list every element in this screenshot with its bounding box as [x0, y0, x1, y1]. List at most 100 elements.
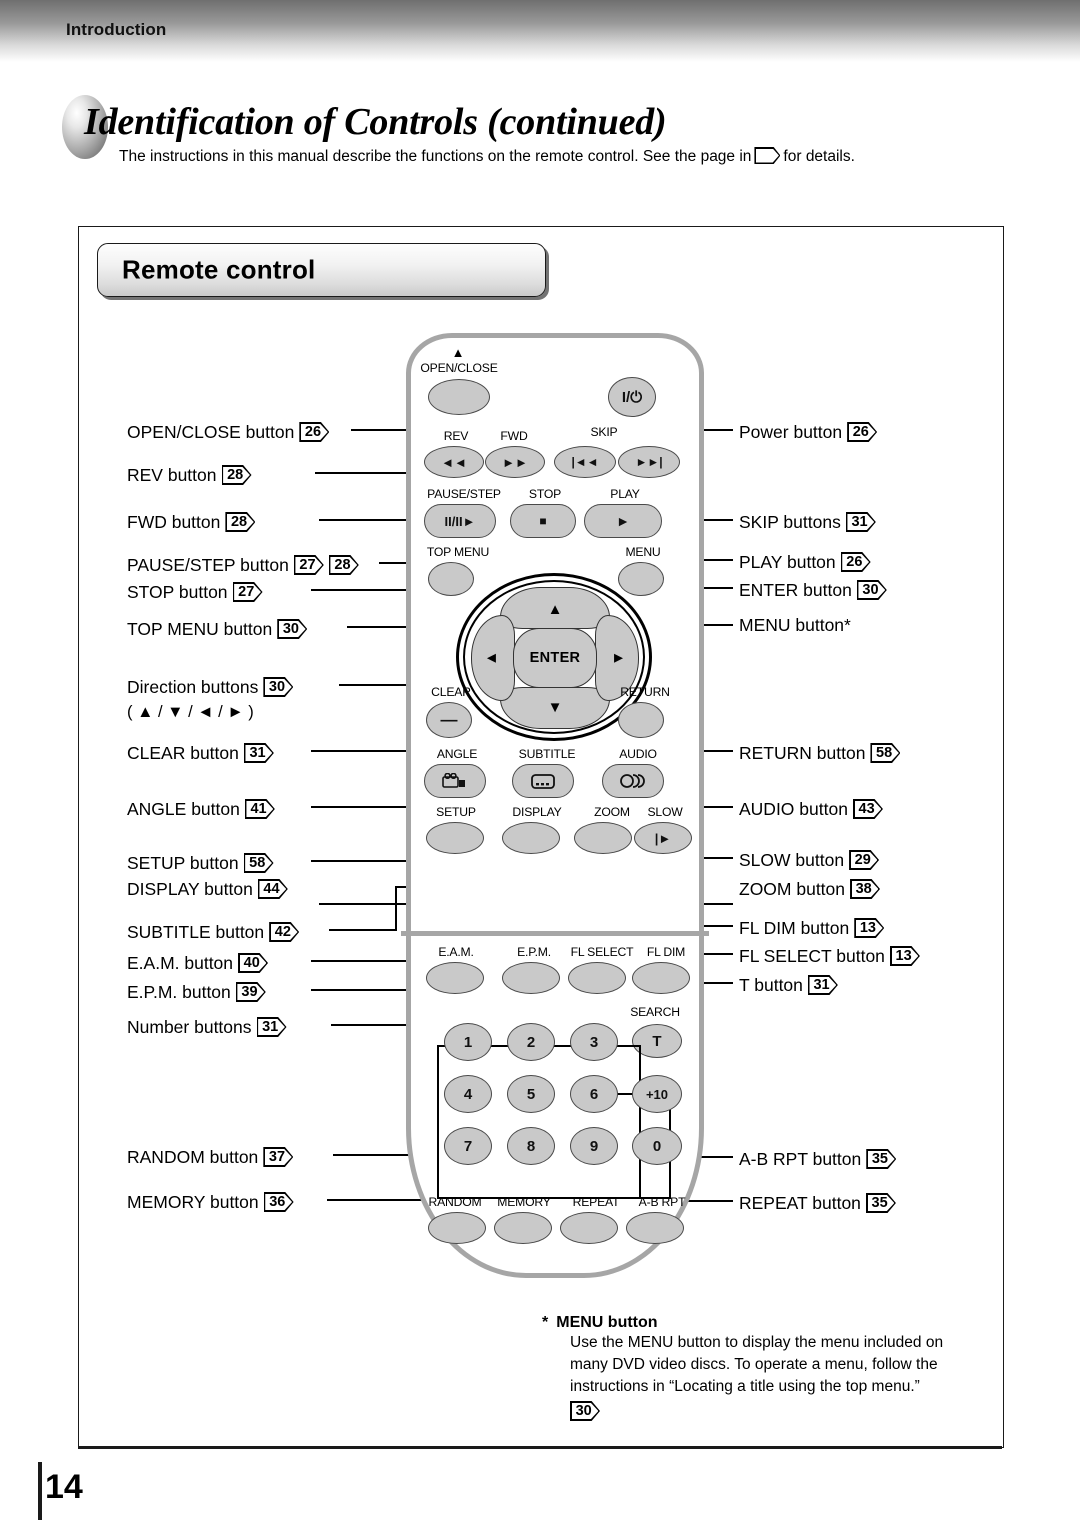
- number-key-0[interactable]: 0: [632, 1127, 682, 1165]
- remote-control-illustration: ▲ OPEN/CLOSE I/⏻ REV FWD SKIP ◄◄ ►► |◄◄ …: [401, 333, 709, 1278]
- caption-display: DISPLAY: [512, 805, 562, 819]
- callout-power: Power button 26: [739, 422, 877, 442]
- number-key-3[interactable]: 3: [570, 1023, 618, 1061]
- epm-button[interactable]: [502, 962, 560, 994]
- remote-divider-band: [401, 931, 709, 936]
- callout-enter: ENTER button 30: [739, 580, 887, 600]
- caption-search: SEARCH: [630, 1005, 680, 1019]
- direction-down-button[interactable]: ▼: [500, 687, 610, 729]
- camera-angle-icon: [442, 773, 465, 788]
- skip-next-button[interactable]: ►►|: [618, 446, 680, 478]
- zoom-button[interactable]: [574, 822, 632, 854]
- number-key-9[interactable]: 9: [570, 1127, 618, 1165]
- number-key-4[interactable]: 4: [444, 1075, 492, 1113]
- footnote-page-ref: 30: [570, 1401, 982, 1422]
- caption-audio: AUDIO: [619, 747, 657, 761]
- skip-previous-button[interactable]: |◄◄: [554, 446, 616, 478]
- footnote-line-3: instructions in “Locating a title using …: [570, 1378, 920, 1395]
- stop-button[interactable]: ■: [510, 504, 576, 538]
- page-ref-pentagon-icon: [754, 147, 780, 164]
- caption-ab-rpt: A-B RPT: [638, 1195, 686, 1209]
- footnote-title-text: MENU button: [556, 1314, 658, 1331]
- repeat-button[interactable]: [560, 1212, 618, 1244]
- number-key-plus10[interactable]: +10: [632, 1075, 682, 1113]
- footer-rule: [78, 1446, 1002, 1449]
- caption-pause-step: PAUSE/STEP: [427, 487, 501, 501]
- setup-button[interactable]: [426, 822, 484, 854]
- callout-pause-step: PAUSE/STEP button 27 28: [127, 555, 359, 575]
- number-key-2[interactable]: 2: [507, 1023, 555, 1061]
- callout-stop: STOP button 27: [127, 582, 263, 602]
- footnote-line-2: many DVD video discs. To operate a menu,…: [570, 1356, 938, 1373]
- footnote-marker: *: [542, 1314, 549, 1331]
- page-title: Identification of Controls (continued): [84, 101, 667, 143]
- subtitle-button[interactable]: [512, 764, 574, 798]
- callout-return: RETURN button 58: [739, 743, 900, 763]
- fl-dim-button[interactable]: [632, 962, 690, 994]
- running-head-text: Introduction: [66, 20, 167, 39]
- callout-number: Number buttons 31: [127, 1017, 287, 1037]
- angle-button[interactable]: [424, 764, 486, 798]
- display-button[interactable]: [502, 822, 560, 854]
- caption-rev: REV: [443, 429, 469, 443]
- number-key-1[interactable]: 1: [444, 1023, 492, 1061]
- footnote-line-1: Use the MENU button to display the menu …: [570, 1334, 944, 1351]
- callout-direction: Direction buttons 30: [127, 677, 293, 697]
- caption-clear: CLEAR: [431, 685, 471, 699]
- callout-memory: MEMORY button 36: [127, 1192, 294, 1212]
- footnote-title: * MENU button: [542, 1314, 982, 1332]
- eam-button[interactable]: [426, 962, 484, 994]
- arrow-right-icon: ►: [611, 649, 626, 667]
- caption-top-menu: TOP MENU: [426, 545, 490, 559]
- leader-subtitle-b: [395, 886, 398, 931]
- slow-button[interactable]: |►: [634, 822, 692, 854]
- play-button[interactable]: ►: [584, 504, 662, 538]
- arrow-left-icon: ◄: [484, 649, 499, 667]
- random-button[interactable]: [428, 1212, 486, 1244]
- caption-angle: ANGLE: [436, 747, 478, 761]
- power-button[interactable]: I/⏻: [608, 377, 656, 417]
- pause-step-button[interactable]: II/II►: [424, 504, 496, 538]
- ab-rpt-button[interactable]: [626, 1212, 684, 1244]
- content-frame: Remote control OPEN/CLOSE button 26 REV b…: [78, 226, 1004, 1448]
- return-button[interactable]: [618, 702, 664, 738]
- direction-up-button[interactable]: ▲: [500, 587, 610, 629]
- open-close-button[interactable]: [428, 379, 490, 415]
- clear-button[interactable]: —: [426, 702, 472, 738]
- caption-subtitle: SUBTITLE: [518, 747, 576, 761]
- callout-angle: ANGLE button 41: [127, 799, 275, 819]
- number-key-5[interactable]: 5: [507, 1075, 555, 1113]
- page-number: 14: [45, 1468, 83, 1506]
- caption-skip: SKIP: [590, 425, 618, 439]
- callout-display: DISPLAY button 44: [127, 879, 288, 899]
- rev-button[interactable]: ◄◄: [424, 446, 484, 478]
- callout-zoom: ZOOM button 38: [739, 879, 880, 899]
- arrow-up-icon: ▲: [547, 601, 563, 618]
- caption-slow: SLOW: [647, 805, 683, 819]
- callout-slow: SLOW button 29: [739, 850, 879, 870]
- subtitle-icon: [531, 773, 555, 789]
- intro-text-before: The instructions in this manual describe…: [119, 148, 752, 165]
- fwd-button[interactable]: ►►: [485, 446, 545, 478]
- number-key-6[interactable]: 6: [570, 1075, 618, 1113]
- leader-subtitle-a: [329, 929, 397, 932]
- callout-audio: AUDIO button 43: [739, 799, 883, 819]
- callout-fl-select: FL SELECT button 13: [739, 946, 920, 966]
- number-key-7[interactable]: 7: [444, 1127, 492, 1165]
- enter-button[interactable]: ENTER: [513, 628, 597, 688]
- caption-open-close: OPEN/CLOSE: [420, 361, 498, 375]
- arrow-down-icon: ▼: [547, 699, 563, 716]
- callout-subtitle: SUBTITLE button 42: [127, 922, 299, 942]
- number-key-8[interactable]: 8: [507, 1127, 555, 1165]
- page-number-bar: [38, 1462, 42, 1520]
- memory-button[interactable]: [494, 1212, 552, 1244]
- leader-eam-a: [311, 960, 411, 963]
- audio-button[interactable]: [602, 764, 664, 798]
- fl-select-button[interactable]: [568, 962, 626, 994]
- callout-fwd: FWD button 28: [127, 512, 255, 532]
- callout-play: PLAY button 26: [739, 552, 871, 572]
- running-head-band: Introduction: [0, 0, 1080, 62]
- callout-clear: CLEAR button 31: [127, 743, 274, 763]
- caption-stop: STOP: [528, 487, 562, 501]
- section-tab: Remote control: [97, 243, 546, 297]
